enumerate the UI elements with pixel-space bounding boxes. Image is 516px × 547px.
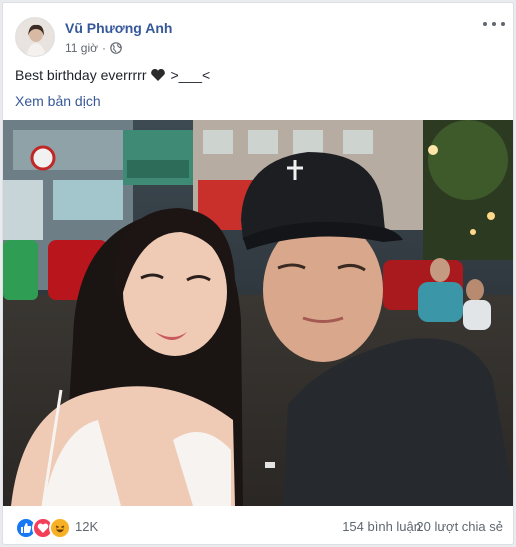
author-name[interactable]: Vũ Phương Anh: [65, 20, 172, 36]
author-avatar[interactable]: [15, 17, 55, 57]
post-timestamp[interactable]: 11 giờ: [65, 41, 98, 55]
globe-icon[interactable]: [110, 42, 122, 54]
reaction-count[interactable]: 12K: [75, 519, 98, 534]
post-text-body: Best birthday everrrrr: [15, 67, 147, 83]
dot-separator: ·: [102, 41, 106, 55]
post-text-suffix: >___<: [170, 67, 211, 83]
black-heart-icon: [151, 68, 166, 81]
reaction-summary[interactable]: [15, 517, 71, 539]
see-translation-link[interactable]: Xem bản dịch: [15, 93, 101, 109]
post-photo[interactable]: [3, 120, 513, 506]
post-meta: 11 giờ ·: [65, 41, 122, 55]
post-card: Vũ Phương Anh 11 giờ · Best birthday eve…: [2, 2, 514, 545]
comments-count[interactable]: 154 bình luận: [342, 519, 421, 534]
avatar-photo: [16, 18, 54, 56]
selfie-image: [3, 120, 513, 506]
haha-icon: [49, 517, 71, 539]
post-footer: 12K 154 bình luận 20 lượt chia sẻ: [3, 508, 513, 544]
more-options-icon[interactable]: [483, 17, 505, 31]
shares-count[interactable]: 20 lượt chia sẻ: [416, 519, 503, 534]
post-header: Vũ Phương Anh 11 giờ ·: [3, 3, 513, 61]
post-text: Best birthday everrrrr >___<: [15, 67, 210, 83]
